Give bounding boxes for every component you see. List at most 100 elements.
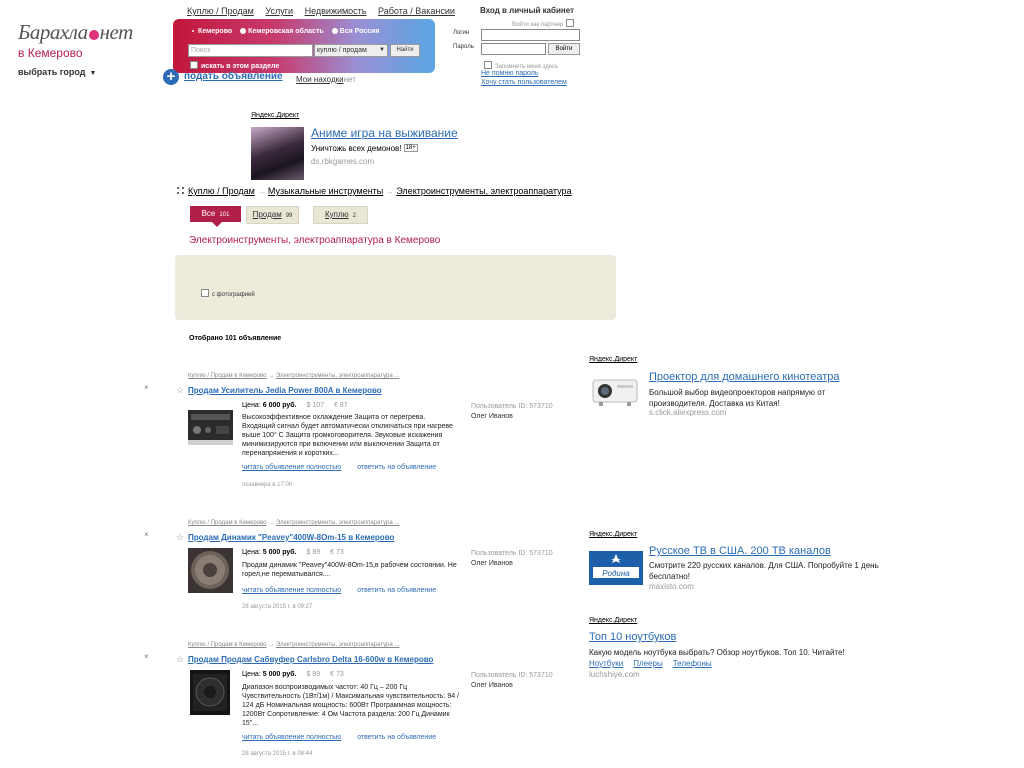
- site-logo[interactable]: Барахла нет: [18, 20, 133, 45]
- ad-title-link[interactable]: Топ 10 ноутбуков: [589, 631, 676, 643]
- star-icon[interactable]: ☆: [176, 654, 184, 665]
- reply-link[interactable]: ответить на объявление: [357, 464, 436, 471]
- close-icon[interactable]: ×: [144, 530, 149, 539]
- price-eur: € 73: [330, 549, 344, 556]
- sitelink-laptops[interactable]: Ноутбуки: [589, 659, 623, 668]
- price-label: Цена:: [242, 671, 261, 678]
- breadcrumb-item[interactable]: Куплю / Продам: [188, 186, 255, 196]
- listing-title-link[interactable]: Продам Усилитель Jedia Power 800A в Кеме…: [188, 386, 382, 395]
- listing-image[interactable]: [188, 548, 233, 593]
- filter-panel: с фотографией: [175, 255, 616, 320]
- breadcrumb-separator: →: [268, 373, 275, 379]
- user-name[interactable]: Олег Иванов: [471, 413, 513, 420]
- close-icon[interactable]: ×: [144, 383, 149, 392]
- listing-breadcrumb-item[interactable]: Куплю / Продам в Кемерово: [188, 373, 267, 379]
- region-option-russia[interactable]: Вся Россия: [331, 28, 380, 35]
- listing-breadcrumb-item[interactable]: Куплю / Продам в Кемерово: [188, 520, 267, 526]
- post-ad-link[interactable]: + подать объявление: [163, 68, 283, 86]
- listing-breadcrumb: Куплю / Продам в Кемерово → Электроинстр…: [188, 373, 399, 379]
- login-input[interactable]: [481, 29, 580, 41]
- ad-title-link[interactable]: Аниме игра на выживание: [311, 126, 458, 140]
- ad-sitelinks: Ноутбуки Плееры Телефоны: [589, 659, 722, 668]
- rodina-tv-logo: Родина: [589, 551, 643, 585]
- yandex-direct-label[interactable]: Яндекс.Директ: [589, 356, 637, 363]
- tab-label: Все: [201, 209, 216, 218]
- nav-services[interactable]: Услуги: [265, 6, 293, 16]
- reply-link[interactable]: ответить на объявление: [357, 734, 436, 741]
- logo-text-net: нет: [99, 20, 134, 44]
- breadcrumb-separator: →: [257, 189, 265, 196]
- breadcrumb-separator: →: [386, 189, 394, 196]
- yandex-direct-label[interactable]: Яндекс.Директ: [251, 112, 511, 119]
- radio-selected-icon: [190, 28, 196, 34]
- tab-all[interactable]: Все 101: [190, 206, 241, 227]
- region-label: Вся Россия: [339, 28, 380, 35]
- price-usd: $ 107: [306, 402, 325, 409]
- choose-city-dropdown[interactable]: выбрать город ▼: [18, 67, 133, 77]
- tab-count: 99: [285, 213, 293, 219]
- listing-breadcrumb-item[interactable]: Электроинструменты, электроаппаратура ..…: [276, 642, 400, 648]
- with-photo-checkbox[interactable]: с фотографией: [201, 289, 255, 298]
- tab-sell[interactable]: Продам 99: [246, 206, 299, 224]
- tab-buy[interactable]: Куплю 2: [313, 206, 368, 224]
- read-full-link[interactable]: читать объявление полностью: [242, 734, 341, 741]
- user-name[interactable]: Олег Иванов: [471, 560, 513, 567]
- password-input[interactable]: [481, 43, 546, 55]
- remember-me-checkbox[interactable]: Запомнить меня здесь: [484, 61, 558, 70]
- sitelink-players[interactable]: Плееры: [633, 659, 663, 668]
- chevron-down-icon: ▼: [379, 47, 385, 53]
- user-name[interactable]: Олег Иванов: [471, 682, 513, 689]
- listing-date: 28 августа 2015 г. в 08:44: [242, 751, 313, 757]
- listing-image[interactable]: [188, 406, 233, 451]
- ad-image[interactable]: Родина: [589, 551, 643, 590]
- search-button[interactable]: Найти: [390, 44, 420, 57]
- star-icon[interactable]: ☆: [176, 385, 184, 396]
- amplifier-image: [188, 410, 233, 445]
- ad-thumbnail-image[interactable]: [251, 127, 304, 180]
- listing-breadcrumb-item[interactable]: Куплю / Продам в Кемерово: [188, 642, 267, 648]
- nav-buy-sell[interactable]: Куплю / Продам: [187, 6, 254, 16]
- chevron-down-icon: ▼: [89, 70, 97, 77]
- forgot-password-link[interactable]: Не помню пароль: [481, 70, 539, 77]
- ad-title-link[interactable]: Проектор для домашнего кинотеатра: [649, 371, 840, 383]
- region-option-oblast[interactable]: Кемеровская область: [240, 28, 324, 35]
- listing-image[interactable]: [188, 670, 233, 715]
- listing-title-link[interactable]: Продам Динамик "Peavey"400W-8Om-15 в Кем…: [188, 533, 394, 542]
- region-label: Кемеровская область: [248, 28, 324, 35]
- listing-title-link[interactable]: Продам Продам Сабвуфер Carlsbro Delta 16…: [188, 655, 433, 664]
- yandex-direct-label[interactable]: Яндекс.Директ: [589, 617, 637, 624]
- breadcrumb-item[interactable]: Музыкальные инструменты: [268, 186, 383, 196]
- read-full-link[interactable]: читать объявление полностью: [242, 464, 341, 471]
- partner-login-checkbox[interactable]: Войти как партнер: [512, 19, 577, 28]
- breadcrumb: Куплю / Продам → Музыкальные инструменты → Э…: [177, 186, 572, 196]
- listing-breadcrumb-item[interactable]: Электроинструменты, электроаппаратура ..…: [276, 373, 400, 379]
- ad-title-link[interactable]: Русское ТВ в США. 200 ТВ каналов: [649, 545, 831, 557]
- search-input[interactable]: Поиск: [188, 44, 313, 57]
- my-finds-count: нет: [343, 75, 356, 84]
- nav-real-estate[interactable]: Недвижимость: [305, 6, 367, 16]
- ad-domain: ds.rbkgames.com: [311, 157, 375, 166]
- listing-price: Цена: 6 000 руб. $ 107 € 87: [242, 402, 348, 409]
- listing-price: Цена: 5 000 руб. $ 89 € 73: [242, 549, 344, 556]
- sitelink-phones[interactable]: Телефоны: [673, 659, 712, 668]
- reply-link[interactable]: ответить на объявление: [357, 587, 436, 594]
- yandex-direct-label[interactable]: Яндекс.Директ: [589, 531, 637, 538]
- read-full-link[interactable]: читать объявление полностью: [242, 587, 341, 594]
- breadcrumb-item[interactable]: Электроинструменты, электроаппаратура: [396, 186, 571, 196]
- star-icon[interactable]: ☆: [176, 532, 184, 543]
- listing-actions: читать объявление полностью ответить на о…: [242, 587, 436, 594]
- region-option-kemerovo[interactable]: Кемерово: [190, 28, 232, 35]
- category-select[interactable]: куплю / продам ▼: [314, 44, 388, 57]
- register-link[interactable]: Хочу стать пользователем: [481, 79, 567, 86]
- listing-breadcrumb-item[interactable]: Электроинструменты, электроаппаратура ..…: [276, 520, 400, 526]
- close-icon[interactable]: ×: [144, 652, 149, 661]
- nav-jobs[interactable]: Работа / Вакансии: [378, 6, 455, 16]
- user-id: Пользователь ID: 573710: [471, 403, 553, 410]
- region-label: Кемерово: [198, 28, 233, 35]
- ad-image[interactable]: [589, 370, 641, 415]
- price-usd: $ 89: [306, 671, 321, 678]
- login-button[interactable]: Войти: [548, 43, 580, 55]
- listing-date: 28 августа 2015 г. в 09:27: [242, 604, 313, 610]
- breadcrumb-separator: →: [268, 642, 275, 648]
- my-finds-link[interactable]: Мои находки: [296, 75, 344, 84]
